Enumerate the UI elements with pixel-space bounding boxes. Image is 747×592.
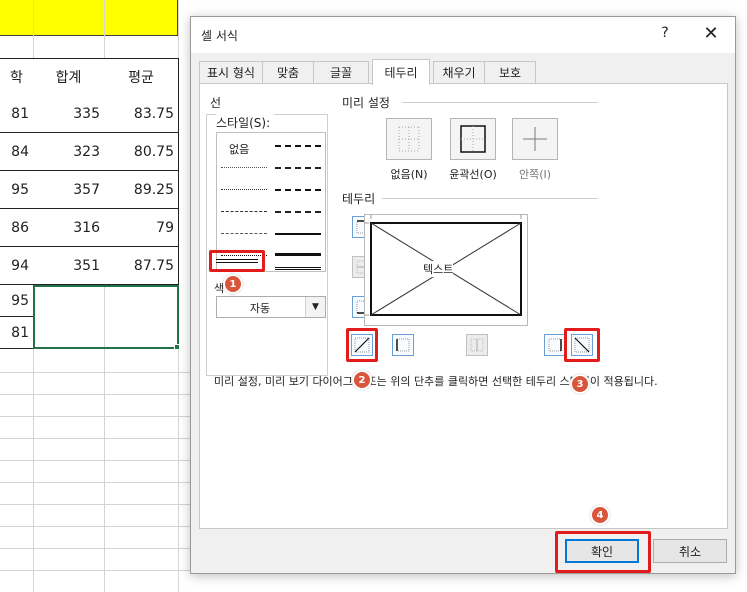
- table-cell[interactable]: 351: [33, 247, 105, 285]
- border-help-text: 미리 설정, 미리 보기 다이어그램 또는 위의 단추를 클릭하면 선택한 테두…: [214, 375, 658, 388]
- line-style-double-alt[interactable]: [275, 267, 321, 270]
- help-button[interactable]: ?: [653, 25, 677, 45]
- border-group-label: 테두리: [342, 190, 380, 207]
- border-tab-panel: 선 스타일(S): 없음 색 자동 ▼ 미리 설정 없음(N) 윤곽선(O) 안…: [199, 83, 728, 529]
- gridline: [0, 504, 200, 505]
- highlight-diagonal-up[interactable]: [346, 328, 378, 362]
- close-button[interactable]: ✕: [699, 23, 723, 45]
- border-right-icon: [548, 338, 562, 352]
- gridline: [0, 526, 200, 527]
- table-cell[interactable]: 79: [104, 209, 179, 247]
- dialog-title: 셀 서식: [201, 29, 238, 43]
- table-cell[interactable]: 81: [0, 317, 34, 349]
- border-diagonal-down-button[interactable]: [571, 334, 593, 356]
- table-cell[interactable]: 316: [33, 209, 105, 247]
- table-header-cell[interactable]: 합계: [33, 58, 105, 96]
- table-cell[interactable]: 323: [33, 133, 105, 171]
- line-style-medium-dashed[interactable]: [275, 211, 321, 213]
- table-cell[interactable]: 86: [0, 209, 34, 247]
- line-style-hair[interactable]: [221, 167, 267, 168]
- preset-outline-button[interactable]: [450, 118, 496, 160]
- gridline: [0, 394, 200, 395]
- preset-inside-button[interactable]: [512, 118, 558, 160]
- color-dropdown[interactable]: 자동 ▼: [216, 296, 326, 318]
- line-style-dash-dot-dot[interactable]: [221, 211, 267, 212]
- cell-selection-range[interactable]: [33, 285, 179, 349]
- tab-font[interactable]: 글꼴: [313, 61, 369, 83]
- line-style-double[interactable]: [216, 259, 258, 263]
- line-style-medium[interactable]: [275, 233, 321, 235]
- gridline: [0, 416, 200, 417]
- gridline: [0, 372, 200, 373]
- format-cells-dialog: 셀 서식 ? ✕ 표시 형식 맞춤 글꼴 테두리 채우기 보호 선 스타일(S)…: [190, 16, 736, 574]
- preset-outline-label: 윤곽선(O): [449, 168, 497, 181]
- diagonal-up-icon: [354, 337, 370, 353]
- gridline: [0, 548, 200, 549]
- table-cell[interactable]: 87.75: [104, 247, 179, 285]
- tab-fill[interactable]: 채우기: [433, 61, 485, 83]
- table-cell[interactable]: 84: [0, 133, 34, 171]
- border-preview[interactable]: 텍스트: [364, 214, 528, 326]
- tab-number-format[interactable]: 표시 형식: [199, 61, 263, 83]
- tab-border[interactable]: 테두리: [372, 59, 430, 85]
- table-cell[interactable]: 94: [0, 247, 34, 285]
- tab-alignment[interactable]: 맞춤: [262, 61, 314, 83]
- preset-none-icon: [398, 126, 420, 152]
- table-cell[interactable]: 335: [33, 95, 105, 133]
- yellow-title-cell[interactable]: [0, 0, 178, 36]
- border-left-button[interactable]: [392, 334, 414, 356]
- table-cell[interactable]: 80.75: [104, 133, 179, 171]
- table-cell[interactable]: 81: [0, 95, 34, 133]
- border-inside-vertical-icon: [470, 338, 484, 352]
- line-style-dotted[interactable]: [221, 189, 267, 190]
- chevron-down-icon[interactable]: ▼: [305, 297, 325, 317]
- line-style-none[interactable]: 없음: [229, 141, 249, 157]
- border-inside-vertical-button[interactable]: [466, 334, 488, 356]
- preset-outline-icon: [460, 125, 486, 153]
- highlight-double-line-style[interactable]: [209, 250, 265, 272]
- annotation-badge-4: 4: [590, 505, 610, 525]
- table-cell[interactable]: 89.25: [104, 171, 179, 209]
- preset-inside-label: 안쪽(I): [518, 168, 552, 181]
- table-cell[interactable]: 83.75: [104, 95, 179, 133]
- line-style-dash-dot[interactable]: [221, 233, 267, 234]
- gridline: [0, 482, 200, 483]
- dialog-titlebar[interactable]: 셀 서식 ? ✕: [191, 17, 735, 53]
- annotation-badge-3: 3: [570, 374, 590, 394]
- table-cell[interactable]: 95: [0, 171, 34, 209]
- line-style-medium-dash-dot[interactable]: [275, 189, 321, 191]
- border-divider: [382, 198, 598, 199]
- style-label: 스타일(S):: [216, 114, 275, 131]
- preset-none-label: 없음(N): [390, 168, 428, 181]
- diagonal-down-icon: [574, 337, 590, 353]
- gridline: [0, 438, 200, 439]
- preview-text: 텍스트: [423, 261, 454, 277]
- gridline: [0, 460, 200, 461]
- table-header-cell[interactable]: 학: [0, 58, 34, 96]
- presets-divider: [402, 102, 598, 103]
- preset-inside-icon: [523, 127, 547, 151]
- border-right-button[interactable]: [544, 334, 566, 356]
- annotation-badge-1: 1: [223, 274, 243, 294]
- table-header-cell[interactable]: 평균: [104, 58, 179, 96]
- annotation-badge-2: 2: [352, 370, 372, 390]
- border-left-icon: [396, 338, 410, 352]
- cancel-button[interactable]: 취소: [653, 539, 727, 563]
- presets-group-label: 미리 설정: [342, 94, 394, 111]
- line-style-medium-dash-dot-dot[interactable]: [275, 145, 321, 147]
- fill-handle[interactable]: [174, 344, 180, 350]
- spreadsheet-area: 학 합계 평균 81 335 83.75 84 323 80.75 95 357…: [0, 0, 200, 592]
- tab-protection[interactable]: 보호: [484, 61, 536, 83]
- table-cell[interactable]: 357: [33, 171, 105, 209]
- line-group-label: 선: [210, 94, 226, 111]
- line-style-thick[interactable]: [275, 253, 321, 256]
- highlight-diagonal-down[interactable]: [564, 328, 600, 362]
- gridline: [0, 570, 200, 571]
- color-value: 자동: [249, 302, 271, 315]
- ok-button[interactable]: 확인: [565, 539, 639, 563]
- line-style-slant-dash-dot[interactable]: [275, 167, 321, 169]
- preset-none-button[interactable]: [386, 118, 432, 160]
- border-diagonal-up-button[interactable]: [351, 334, 373, 356]
- table-cell[interactable]: 95: [0, 285, 34, 317]
